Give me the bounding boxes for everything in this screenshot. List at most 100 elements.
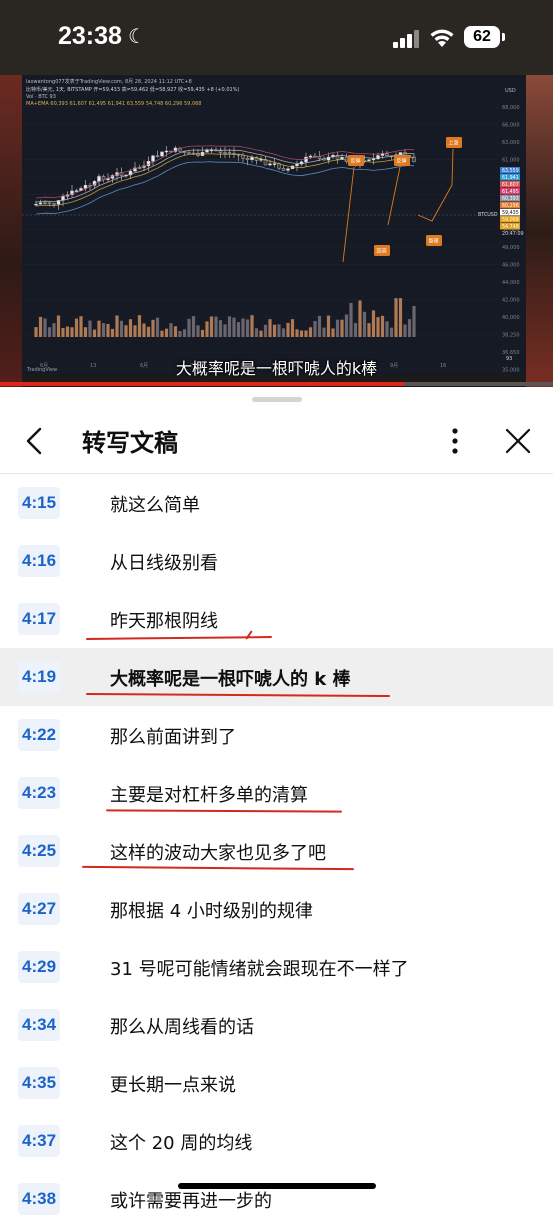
- timestamp-link[interactable]: 4:22: [18, 719, 61, 751]
- volume-bar: [317, 315, 322, 337]
- transcript-row[interactable]: 4:37 这个 20 周的均线: [0, 1112, 553, 1170]
- transcript-row[interactable]: 4:38 或许需要再进一步的: [0, 1170, 553, 1228]
- volume-bar: [304, 330, 308, 337]
- transcript-text: 昨天那根阴线: [110, 611, 218, 632]
- volume-bar: [250, 315, 254, 337]
- candle-body: [317, 156, 322, 159]
- annotation-label: 反弹: [397, 158, 407, 165]
- volume-bar: [331, 328, 335, 337]
- annotation-label: 整理: [429, 238, 439, 245]
- timestamp-link[interactable]: 4:29: [18, 951, 61, 983]
- annotation-label: 反弹: [351, 158, 361, 165]
- candle-body: [38, 202, 43, 205]
- timestamp-link[interactable]: 4:15: [18, 487, 61, 519]
- candle-body: [272, 163, 277, 165]
- transcript-row[interactable]: 4:22 那么前面讲到了: [0, 706, 553, 764]
- transcript-text: 31 号呢可能情绪就会跟现在不一样了: [110, 959, 409, 980]
- candle-body: [245, 157, 250, 160]
- volume-bar: [340, 319, 344, 337]
- volume-bar: [254, 328, 259, 337]
- home-indicator: [178, 1183, 376, 1189]
- volume-bar: [218, 320, 223, 337]
- volume-bar: [259, 330, 263, 337]
- volume-bar: [92, 329, 97, 337]
- transcript-row-current[interactable]: 4:19 大概率呢是一根吓唬人的 k 棒: [0, 648, 553, 706]
- volume-bar: [101, 323, 106, 337]
- volume-bar: [178, 330, 182, 337]
- transcript-row[interactable]: 4:35 更长期一点来说: [0, 1054, 553, 1112]
- candle-body: [223, 152, 227, 154]
- handdrawn-underline: [85, 692, 391, 698]
- timestamp-link[interactable]: 4:25: [18, 835, 61, 867]
- timestamp-link[interactable]: 4:16: [18, 545, 61, 577]
- timestamp-link[interactable]: 4:38: [18, 1183, 61, 1215]
- battery-icon: 62: [464, 26, 505, 48]
- volume-bar: [56, 315, 61, 337]
- candle-body: [155, 155, 160, 158]
- timestamp-link[interactable]: 4:19: [18, 661, 61, 693]
- transcript-text: 这样的波动大家也见多了吧: [110, 843, 326, 864]
- volume-bar: [367, 323, 371, 337]
- price-tick-label: 38,250: [502, 333, 520, 339]
- timestamp-link[interactable]: 4:17: [18, 603, 61, 635]
- volume-bar: [61, 327, 65, 337]
- volume-bar: [34, 327, 38, 337]
- transcript-row[interactable]: 4:17 昨天那根阴线: [0, 590, 553, 648]
- timestamp-link[interactable]: 4:23: [18, 777, 61, 809]
- chart-header: laowantong077发表于TradingView.com, 8月 28, …: [26, 78, 192, 85]
- volume-bar: [326, 315, 331, 337]
- volume-bar: [344, 314, 349, 337]
- video-background-right: [526, 75, 553, 387]
- more-options-icon[interactable]: [440, 423, 470, 459]
- timestamp-link[interactable]: 4:34: [18, 1009, 61, 1041]
- volume-bar: [160, 330, 164, 337]
- price-tick-label: 49,000: [502, 245, 520, 251]
- transcript-text: 那么前面讲到了: [110, 727, 236, 748]
- volume-bar: [227, 316, 232, 337]
- price-tick-label: 44,000: [502, 280, 520, 286]
- candle-body: [295, 163, 299, 167]
- drag-handle[interactable]: [252, 397, 302, 402]
- close-icon[interactable]: [500, 423, 536, 459]
- transcript-row[interactable]: 4:23 主要是对杠杆多单的清算: [0, 764, 553, 822]
- timestamp-link[interactable]: 4:27: [18, 893, 61, 925]
- transcript-row[interactable]: 4:27 那根据 4 小时级别的规律: [0, 880, 553, 938]
- candle-body: [34, 203, 38, 206]
- back-chevron-icon[interactable]: [18, 423, 54, 459]
- handdrawn-underline: [105, 809, 343, 813]
- candle-body: [380, 153, 385, 156]
- volume-bar: [245, 319, 250, 337]
- volume-bar: [115, 315, 119, 337]
- candle-body: [160, 151, 164, 157]
- candle-body: [250, 157, 254, 160]
- transcript-row[interactable]: 4:16 从日线级别看: [0, 532, 553, 590]
- candle-body: [47, 202, 52, 205]
- transcript-row[interactable]: 4:29 31 号呢可能情绪就会跟现在不一样了: [0, 938, 553, 996]
- volume-bar: [74, 318, 79, 337]
- video-player[interactable]: laowantong077发表于TradingView.com, 8月 28, …: [0, 75, 553, 387]
- candle-body: [164, 150, 169, 153]
- volume-bar: [124, 325, 128, 337]
- volume-bar: [398, 298, 403, 337]
- candle-body: [187, 152, 191, 154]
- status-bar: 23:38 ☾ 62: [0, 0, 553, 75]
- volume-bar: [313, 320, 317, 337]
- volume-bar: [209, 316, 214, 337]
- price-tick-label: 40,000: [502, 315, 520, 321]
- transcript-text: 从日线级别看: [110, 553, 218, 574]
- timestamp-link[interactable]: 4:35: [18, 1067, 61, 1099]
- transcript-row[interactable]: 4:25 这样的波动大家也见多了吧: [0, 822, 553, 880]
- transcript-row[interactable]: 4:34 那么从周线看的话: [0, 996, 553, 1054]
- volume-bar: [290, 319, 295, 337]
- candle-body: [371, 158, 376, 161]
- volume-bar: [281, 328, 286, 337]
- timestamp-link[interactable]: 4:37: [18, 1125, 61, 1157]
- candle-body: [74, 190, 79, 192]
- transcript-row[interactable]: 4:15 就这么简单: [0, 474, 553, 532]
- candle-body: [268, 163, 272, 166]
- transcript-text: 或许需要再进一步的: [110, 1191, 272, 1212]
- volume-bar: [241, 318, 245, 337]
- price-tag-label: 54,748: [502, 224, 519, 230]
- candle-body: [43, 202, 47, 205]
- volume-bar: [205, 321, 209, 337]
